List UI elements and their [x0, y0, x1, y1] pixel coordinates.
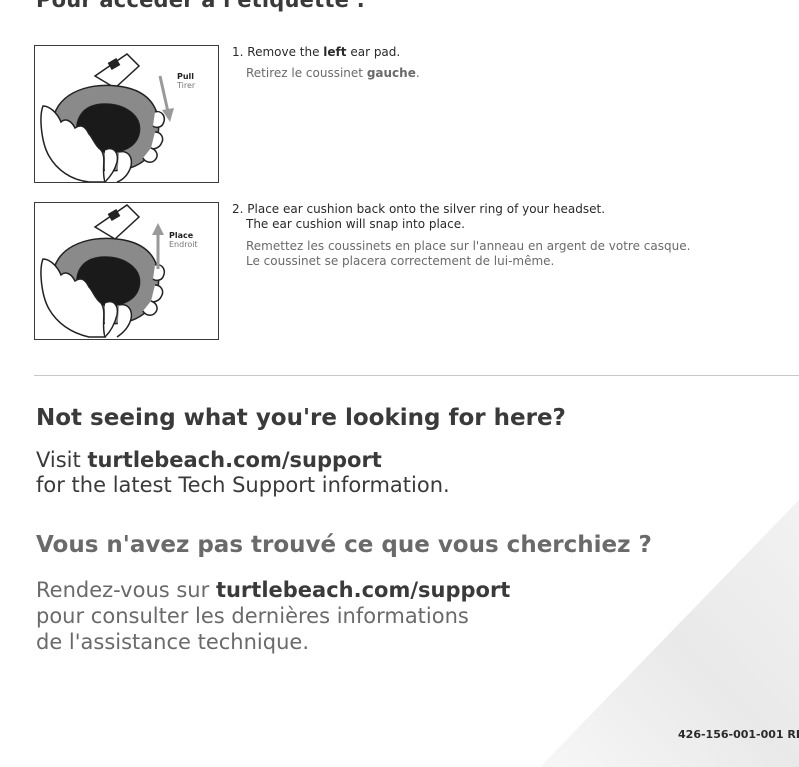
part-number: 426-156-001-001 RD [678, 728, 799, 741]
support-link-en[interactable]: turtlebeach.com/support [87, 448, 381, 472]
support-link-fr[interactable]: turtlebeach.com/support [216, 578, 510, 602]
headset-ear-pad-illustration [40, 204, 166, 338]
place-label-fr: Endroit [169, 240, 198, 249]
section-divider [34, 375, 799, 376]
step-1-text: 1. Remove the left ear pad. Retirez le c… [232, 45, 792, 81]
page-title: Pour accéder à l'étiquette : [36, 0, 366, 12]
support-title-fr: Vous n'avez pas trouvé ce que vous cherc… [36, 532, 652, 558]
step-2-instruction-fr-line2: Le coussinet se placera correctement de … [246, 254, 555, 268]
step-2-illustration: Place Endroit [34, 202, 219, 340]
step-2-instruction-en-line1: 2. Place ear cushion back onto the silve… [232, 202, 606, 216]
support-title-en: Not seeing what you're looking for here? [36, 405, 566, 431]
support-body-fr: Rendez-vous sur turtlebeach.com/support … [36, 577, 510, 655]
support-body-en: Visit turtlebeach.com/support for the la… [36, 448, 450, 498]
step-1-illustration: Pull Tirer [34, 45, 219, 183]
support-visit-en: Visit [36, 448, 88, 472]
support-visit-fr: Rendez-vous sur [36, 578, 216, 602]
pull-label-fr: Tirer [177, 81, 196, 90]
step-2-text: 2. Place ear cushion back onto the silve… [232, 202, 792, 269]
place-label: Place [169, 231, 194, 240]
support-line3-fr: de l'assistance technique. [36, 630, 309, 654]
headset-ear-pad-illustration [40, 53, 174, 182]
step-1-instruction-en: 1. Remove the left ear pad. [232, 45, 401, 59]
support-line2-fr: pour consulter les dernières information… [36, 604, 469, 628]
step-2-instruction-en-line2: The ear cushion will snap into place. [246, 217, 465, 231]
support-line2-en: for the latest Tech Support information. [36, 473, 450, 497]
pull-label: Pull [177, 72, 195, 81]
step-1-instruction-fr: Retirez le coussinet gauche. [246, 66, 420, 80]
step-2-instruction-fr-line1: Remettez les coussinets en place sur l'a… [246, 239, 691, 253]
